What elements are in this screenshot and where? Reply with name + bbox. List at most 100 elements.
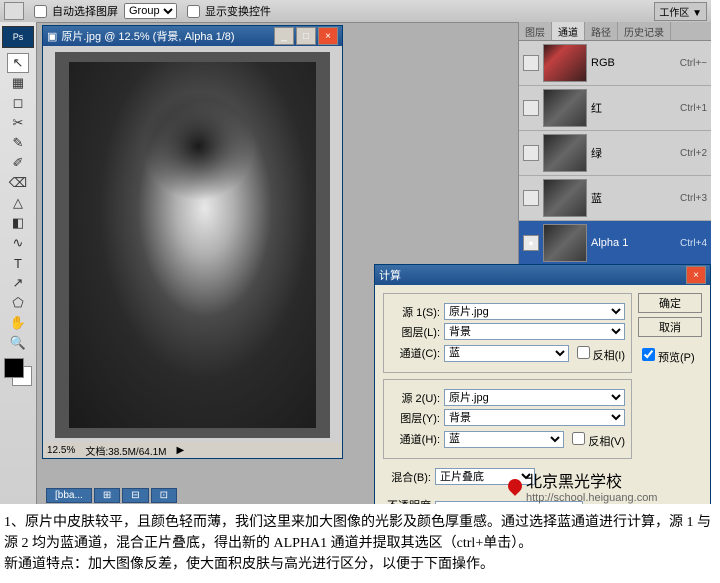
watermark-name: 北京黑光学校 xyxy=(526,468,657,492)
channel-thumb xyxy=(543,89,587,127)
visibility-icon[interactable]: ● xyxy=(523,235,539,251)
tool-2[interactable]: ◻ xyxy=(7,93,29,113)
opacity-label: 不透明度(Q): xyxy=(383,497,431,504)
source1-label: 源 1(S): xyxy=(392,304,440,320)
auto-select-label: 自动选择图屏 xyxy=(52,3,118,19)
dialog-title: 计算 xyxy=(379,267,682,283)
channel-shortcut: Ctrl+2 xyxy=(680,148,707,159)
tool-9[interactable]: ∿ xyxy=(7,233,29,253)
dialog-titlebar[interactable]: 计算 × xyxy=(375,265,710,285)
image-preview xyxy=(69,62,317,429)
panel-tabs: 图层通道路径历史记录 xyxy=(519,22,711,41)
tool-12[interactable]: ⬠ xyxy=(7,293,29,313)
tool-4[interactable]: ✎ xyxy=(7,133,29,153)
tab-arrange-icon[interactable]: ⊡ xyxy=(151,488,177,503)
color-swatches[interactable] xyxy=(4,358,32,386)
show-transform-label: 显示变换控件 xyxy=(205,3,271,19)
visibility-icon[interactable] xyxy=(523,100,539,116)
maximize-button[interactable]: □ xyxy=(296,27,316,45)
tool-6[interactable]: ⌫ xyxy=(7,173,29,193)
channel-thumb xyxy=(543,179,587,217)
channel-name: 蓝 xyxy=(591,190,676,206)
channel-shortcut: Ctrl+4 xyxy=(680,238,707,249)
document-tabbar: [bba... ⊞ ⊟ ⊡ xyxy=(42,486,181,504)
window-title: 原片.jpg @ 12.5% (背景, Alpha 1/8) xyxy=(61,28,270,44)
toolbox: Ps ↖▦◻✂✎✐⌫△◧∿T↗⬠✋🔍 xyxy=(0,22,37,504)
channel-name: Alpha 1 xyxy=(591,237,676,249)
visibility-icon[interactable] xyxy=(523,190,539,206)
source2-channel[interactable]: 蓝 xyxy=(444,431,564,448)
watermark: 北京黑光学校 http://school.heiguang.com xyxy=(508,468,657,504)
channel-row[interactable]: 蓝Ctrl+3 xyxy=(519,176,711,221)
auto-select-mode[interactable]: Group xyxy=(124,3,177,19)
panel-tab-路径[interactable]: 路径 xyxy=(585,22,618,40)
channel-row[interactable]: 红 Ctrl+1 xyxy=(519,86,711,131)
canvas[interactable] xyxy=(55,52,330,438)
tab-arrange-icon[interactable]: ⊞ xyxy=(94,488,120,503)
workspace-selector[interactable]: 工作区 ▼ xyxy=(654,2,707,21)
panel-tab-通道[interactable]: 通道 xyxy=(552,22,585,40)
tutorial-caption: 1、原片中皮肤较平，且颜色轻而薄，我们这里来加大图像的光影及颜色厚重感。通过选择… xyxy=(0,504,720,583)
channel-name: RGB xyxy=(591,57,676,69)
tool-7[interactable]: △ xyxy=(7,193,29,213)
auto-select-checkbox[interactable]: 自动选择图屏 xyxy=(30,2,118,21)
visibility-icon[interactable] xyxy=(523,145,539,161)
minimize-button[interactable]: _ xyxy=(274,27,294,45)
channel-name: 绿 xyxy=(591,145,676,161)
channel-name: 红 xyxy=(591,100,676,116)
doc-size: 文档:38.5M/64.1M xyxy=(85,443,166,458)
channel-row[interactable]: ● Alpha 1 Ctrl+4 xyxy=(519,221,711,266)
doc-tab[interactable]: [bba... xyxy=(46,488,92,503)
watermark-url: http://school.heiguang.com xyxy=(526,492,657,504)
channel-row[interactable]: 绿 Ctrl+2 xyxy=(519,131,711,176)
logo-icon xyxy=(505,476,525,496)
ok-button[interactable]: 确定 xyxy=(638,293,702,313)
invert1-checkbox[interactable]: 反相(I) xyxy=(573,343,625,363)
source2-layer[interactable]: 背景 xyxy=(444,409,625,426)
channel-row[interactable]: RGB Ctrl+~ xyxy=(519,41,711,86)
cancel-button[interactable]: 取消 xyxy=(638,317,702,337)
blend-label: 混合(B): xyxy=(383,469,431,485)
preview-checkbox[interactable]: 预览(P) xyxy=(638,345,702,365)
invert2-checkbox[interactable]: 反相(V) xyxy=(568,429,625,449)
source1-layer[interactable]: 背景 xyxy=(444,323,625,340)
show-transform-checkbox[interactable]: 显示变换控件 xyxy=(183,2,271,21)
status-bar: 12.5% 文档:38.5M/64.1M ▶ xyxy=(43,442,342,458)
tool-13[interactable]: ✋ xyxy=(7,313,29,333)
tool-1[interactable]: ▦ xyxy=(7,73,29,93)
tool-11[interactable]: ↗ xyxy=(7,273,29,293)
chevron-right-icon[interactable]: ▶ xyxy=(177,445,185,456)
window-titlebar[interactable]: ▣ 原片.jpg @ 12.5% (背景, Alpha 1/8) _ □ × xyxy=(43,26,342,46)
source2-group: 源 2(U):原片.jpg 图层(Y):背景 通道(H):蓝反相(V) xyxy=(383,379,632,459)
source1-doc[interactable]: 原片.jpg xyxy=(444,303,625,320)
tool-5[interactable]: ✐ xyxy=(7,153,29,173)
tool-10[interactable]: T xyxy=(7,253,29,273)
source1-channel[interactable]: 蓝 xyxy=(444,345,569,362)
channel-shortcut: Ctrl+~ xyxy=(680,58,707,69)
panel-tab-图层[interactable]: 图层 xyxy=(519,22,552,40)
source2-doc[interactable]: 原片.jpg xyxy=(444,389,625,406)
channel-shortcut: Ctrl+1 xyxy=(680,103,707,114)
close-button[interactable]: × xyxy=(686,266,706,284)
document-window: ▣ 原片.jpg @ 12.5% (背景, Alpha 1/8) _ □ × 1… xyxy=(42,25,343,459)
source1-group: 源 1(S):原片.jpg 图层(L):背景 通道(C):蓝反相(I) xyxy=(383,293,632,373)
caption-line2: 新通道特点：加大图像反差，使大面积皮肤与高光进行区分，以便于下面操作。 xyxy=(4,554,716,575)
panel-tab-历史记录[interactable]: 历史记录 xyxy=(618,22,671,40)
close-button[interactable]: × xyxy=(318,27,338,45)
caption-line1: 1、原片中皮肤较平，且颜色轻而薄，我们这里来加大图像的光影及颜色厚重感。通过选择… xyxy=(4,512,716,554)
channel-thumb xyxy=(543,44,587,82)
tool-3[interactable]: ✂ xyxy=(7,113,29,133)
channel2-label: 通道(H): xyxy=(392,431,440,447)
zoom-level[interactable]: 12.5% xyxy=(47,445,75,456)
tool-0[interactable]: ↖ xyxy=(7,53,29,73)
visibility-icon[interactable] xyxy=(523,55,539,71)
channel-thumb xyxy=(543,224,587,262)
layer1-label: 图层(L): xyxy=(392,324,440,340)
tool-8[interactable]: ◧ xyxy=(7,213,29,233)
tab-arrange-icon[interactable]: ⊟ xyxy=(122,488,148,503)
channel1-label: 通道(C): xyxy=(392,345,440,361)
source2-label: 源 2(U): xyxy=(392,390,440,406)
layer2-label: 图层(Y): xyxy=(392,410,440,426)
move-tool-preset-icon[interactable] xyxy=(4,2,24,20)
tool-14[interactable]: 🔍 xyxy=(7,333,29,353)
